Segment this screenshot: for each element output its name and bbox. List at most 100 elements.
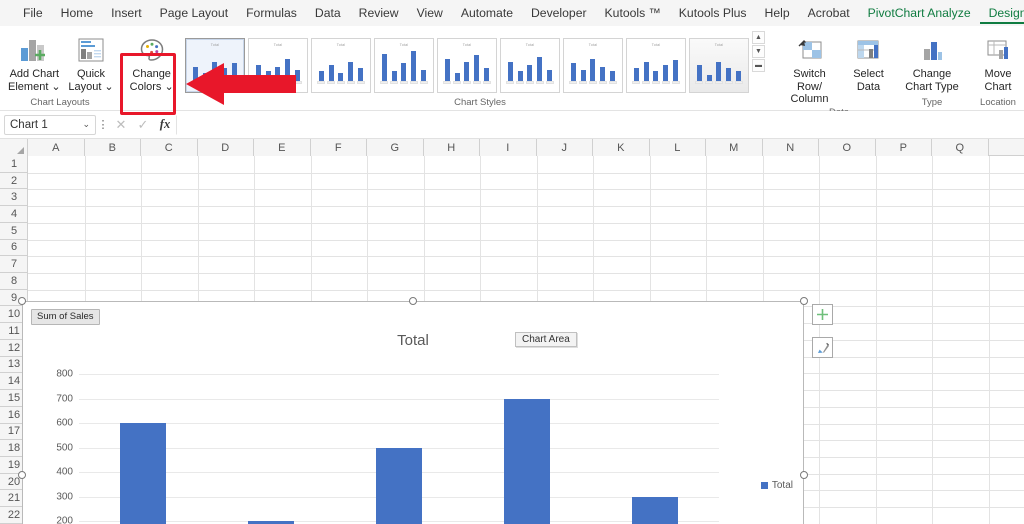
column-header-B[interactable]: B — [84, 139, 141, 156]
column-header-M[interactable]: M — [706, 139, 763, 156]
ribbon-tab-design[interactable]: Design — [979, 3, 1024, 24]
column-header-L[interactable]: L — [649, 139, 706, 156]
column-header-Q[interactable]: Q — [932, 139, 989, 156]
resize-handle-top-center[interactable] — [409, 297, 417, 305]
switch-row-column-button[interactable]: Switch Row/ Column — [780, 31, 839, 106]
column-header-K[interactable]: K — [593, 139, 650, 156]
chart-style-option[interactable]: Total — [563, 38, 623, 93]
chart-style-option[interactable]: Total — [626, 38, 686, 93]
select-all-corner[interactable] — [0, 139, 28, 156]
switch-row-column-icon — [795, 34, 825, 66]
chart-style-option[interactable]: Total — [374, 38, 434, 93]
gallery-more-button[interactable]: ▬ — [752, 59, 765, 72]
resize-handle-top-right[interactable] — [800, 297, 808, 305]
column-header-O[interactable]: O — [819, 139, 876, 156]
chart-style-thumb-axis — [505, 81, 555, 85]
chart-object[interactable]: Sum of Sales Total Chart Area 0100200300… — [22, 301, 804, 524]
column-header-H[interactable]: H — [423, 139, 480, 156]
switch-row-column-label: Switch Row/ Column — [790, 68, 829, 105]
ribbon-tab-insert[interactable]: Insert — [102, 3, 150, 23]
ribbon-group-data: Switch Row/ Column Select Data — [780, 26, 898, 118]
formula-input[interactable] — [176, 114, 1020, 135]
add-chart-element-button[interactable]: Add Chart Element ⌄ — [6, 31, 63, 93]
ribbon-tab-help[interactable]: Help — [756, 3, 799, 23]
row-header-5[interactable]: 5 — [0, 223, 28, 240]
ribbon-tab-bar: File Home Insert Page Layout Formulas Data Rev… — [0, 0, 1024, 26]
chart-style-thumb-bars — [254, 47, 302, 81]
column-header-D[interactable]: D — [197, 139, 254, 156]
resize-handle-middle-right[interactable] — [800, 471, 808, 479]
ribbon-tab-data[interactable]: Data — [306, 3, 350, 23]
ribbon-tab-kutools[interactable]: Kutools ™ — [596, 3, 670, 23]
column-header-J[interactable]: J — [536, 139, 593, 156]
name-box-value: Chart 1 — [10, 118, 48, 131]
confirm-icon[interactable]: ✓ — [132, 117, 154, 133]
formula-bar-options-icon[interactable]: ⋮ — [96, 118, 110, 131]
ribbon-tab-review[interactable]: Review — [350, 3, 408, 23]
select-data-button[interactable]: Select Data — [839, 31, 898, 93]
insert-function-icon[interactable]: fx — [154, 117, 176, 132]
chart-style-option[interactable]: Total — [689, 38, 749, 93]
quick-layout-button[interactable]: Quick Layout ⌄ — [63, 31, 120, 93]
change-colors-button[interactable]: Change Colors ⌄ — [123, 31, 180, 93]
row-header-4[interactable]: 4 — [0, 206, 28, 223]
ribbon-tab-page-layout[interactable]: Page Layout — [151, 3, 237, 23]
legend-label: Total — [771, 480, 793, 491]
ribbon-tab-home[interactable]: Home — [52, 3, 103, 23]
ribbon-tab-view[interactable]: View — [408, 3, 452, 23]
resize-handle-top-left[interactable] — [18, 297, 26, 305]
resize-handle-middle-left[interactable] — [18, 471, 26, 479]
column-header-C[interactable]: C — [141, 139, 198, 156]
chart-style-option[interactable]: Total — [248, 38, 308, 93]
row-header-6[interactable]: 6 — [0, 240, 28, 257]
row-header-2[interactable]: 2 — [0, 173, 28, 190]
ribbon-tab-kutools-plus[interactable]: Kutools Plus — [670, 3, 756, 23]
chart-style-thumb-bars — [191, 47, 239, 81]
column-header-N[interactable]: N — [762, 139, 819, 156]
change-chart-type-button[interactable]: Change Chart Type — [901, 31, 963, 93]
column-header-E[interactable]: E — [254, 139, 311, 156]
cancel-icon[interactable]: ✕ — [110, 117, 132, 133]
chart-title[interactable]: Total — [23, 332, 803, 349]
ribbon-tab-pivotchart-analyze[interactable]: PivotChart Analyze — [859, 3, 980, 23]
ribbon-group-location: Move Chart Location — [966, 26, 1024, 111]
chart-styles-button[interactable] — [812, 337, 833, 358]
legend-swatch — [760, 482, 768, 489]
value-field-button[interactable]: Sum of Sales — [31, 309, 100, 325]
move-chart-button[interactable]: Move Chart — [967, 31, 1024, 93]
row-header-8[interactable]: 8 — [0, 273, 28, 290]
ribbon-tab-developer[interactable]: Developer — [522, 3, 596, 23]
chart-bar[interactable] — [632, 496, 678, 524]
chart-bar[interactable] — [376, 447, 422, 524]
chart-bar[interactable] — [120, 423, 166, 524]
column-header-P[interactable]: P — [875, 139, 932, 156]
chart-legend[interactable]: Total — [760, 480, 793, 491]
ribbon-group-label-chart-styles: Chart Styles — [454, 97, 506, 108]
chart-style-option[interactable]: Total — [311, 38, 371, 93]
row-header-3[interactable]: 3 — [0, 189, 28, 207]
column-header-F[interactable]: F — [310, 139, 367, 156]
chart-elements-button[interactable] — [812, 304, 833, 325]
column-header-A[interactable]: A — [28, 139, 85, 156]
name-box[interactable]: Chart 1 ⌄ — [4, 114, 96, 135]
quick-layout-label: Quick Layout ⌄ — [68, 68, 114, 93]
chart-style-option[interactable]: Total — [185, 38, 245, 93]
chart-style-thumb-axis — [190, 81, 240, 85]
row-header-7[interactable]: 7 — [0, 256, 28, 274]
gallery-scroll-controls[interactable]: ▲ ▼ ▬ — [752, 31, 765, 72]
chart-style-option[interactable]: Total — [437, 38, 497, 93]
row-header-1[interactable]: 1 — [0, 156, 28, 173]
ribbon-tab-formulas[interactable]: Formulas — [237, 3, 306, 23]
chart-bar[interactable] — [504, 398, 550, 524]
gallery-scroll-up-button[interactable]: ▲ — [752, 31, 765, 44]
chart-style-option[interactable]: Total — [500, 38, 560, 93]
column-header-I[interactable]: I — [480, 139, 537, 156]
ribbon-tab-acrobat[interactable]: Acrobat — [799, 3, 859, 23]
add-chart-element-icon — [19, 34, 49, 66]
chart-styles-gallery[interactable]: Total Total Total Total Total Total Total Total… — [185, 31, 749, 93]
chart-plot-area[interactable]: 0100200300400500600700800 — [56, 369, 719, 524]
ribbon-tab-file[interactable]: File — [14, 3, 52, 23]
column-header-G[interactable]: G — [367, 139, 424, 156]
gallery-scroll-down-button[interactable]: ▼ — [752, 45, 765, 58]
ribbon-tab-automate[interactable]: Automate — [452, 3, 522, 23]
